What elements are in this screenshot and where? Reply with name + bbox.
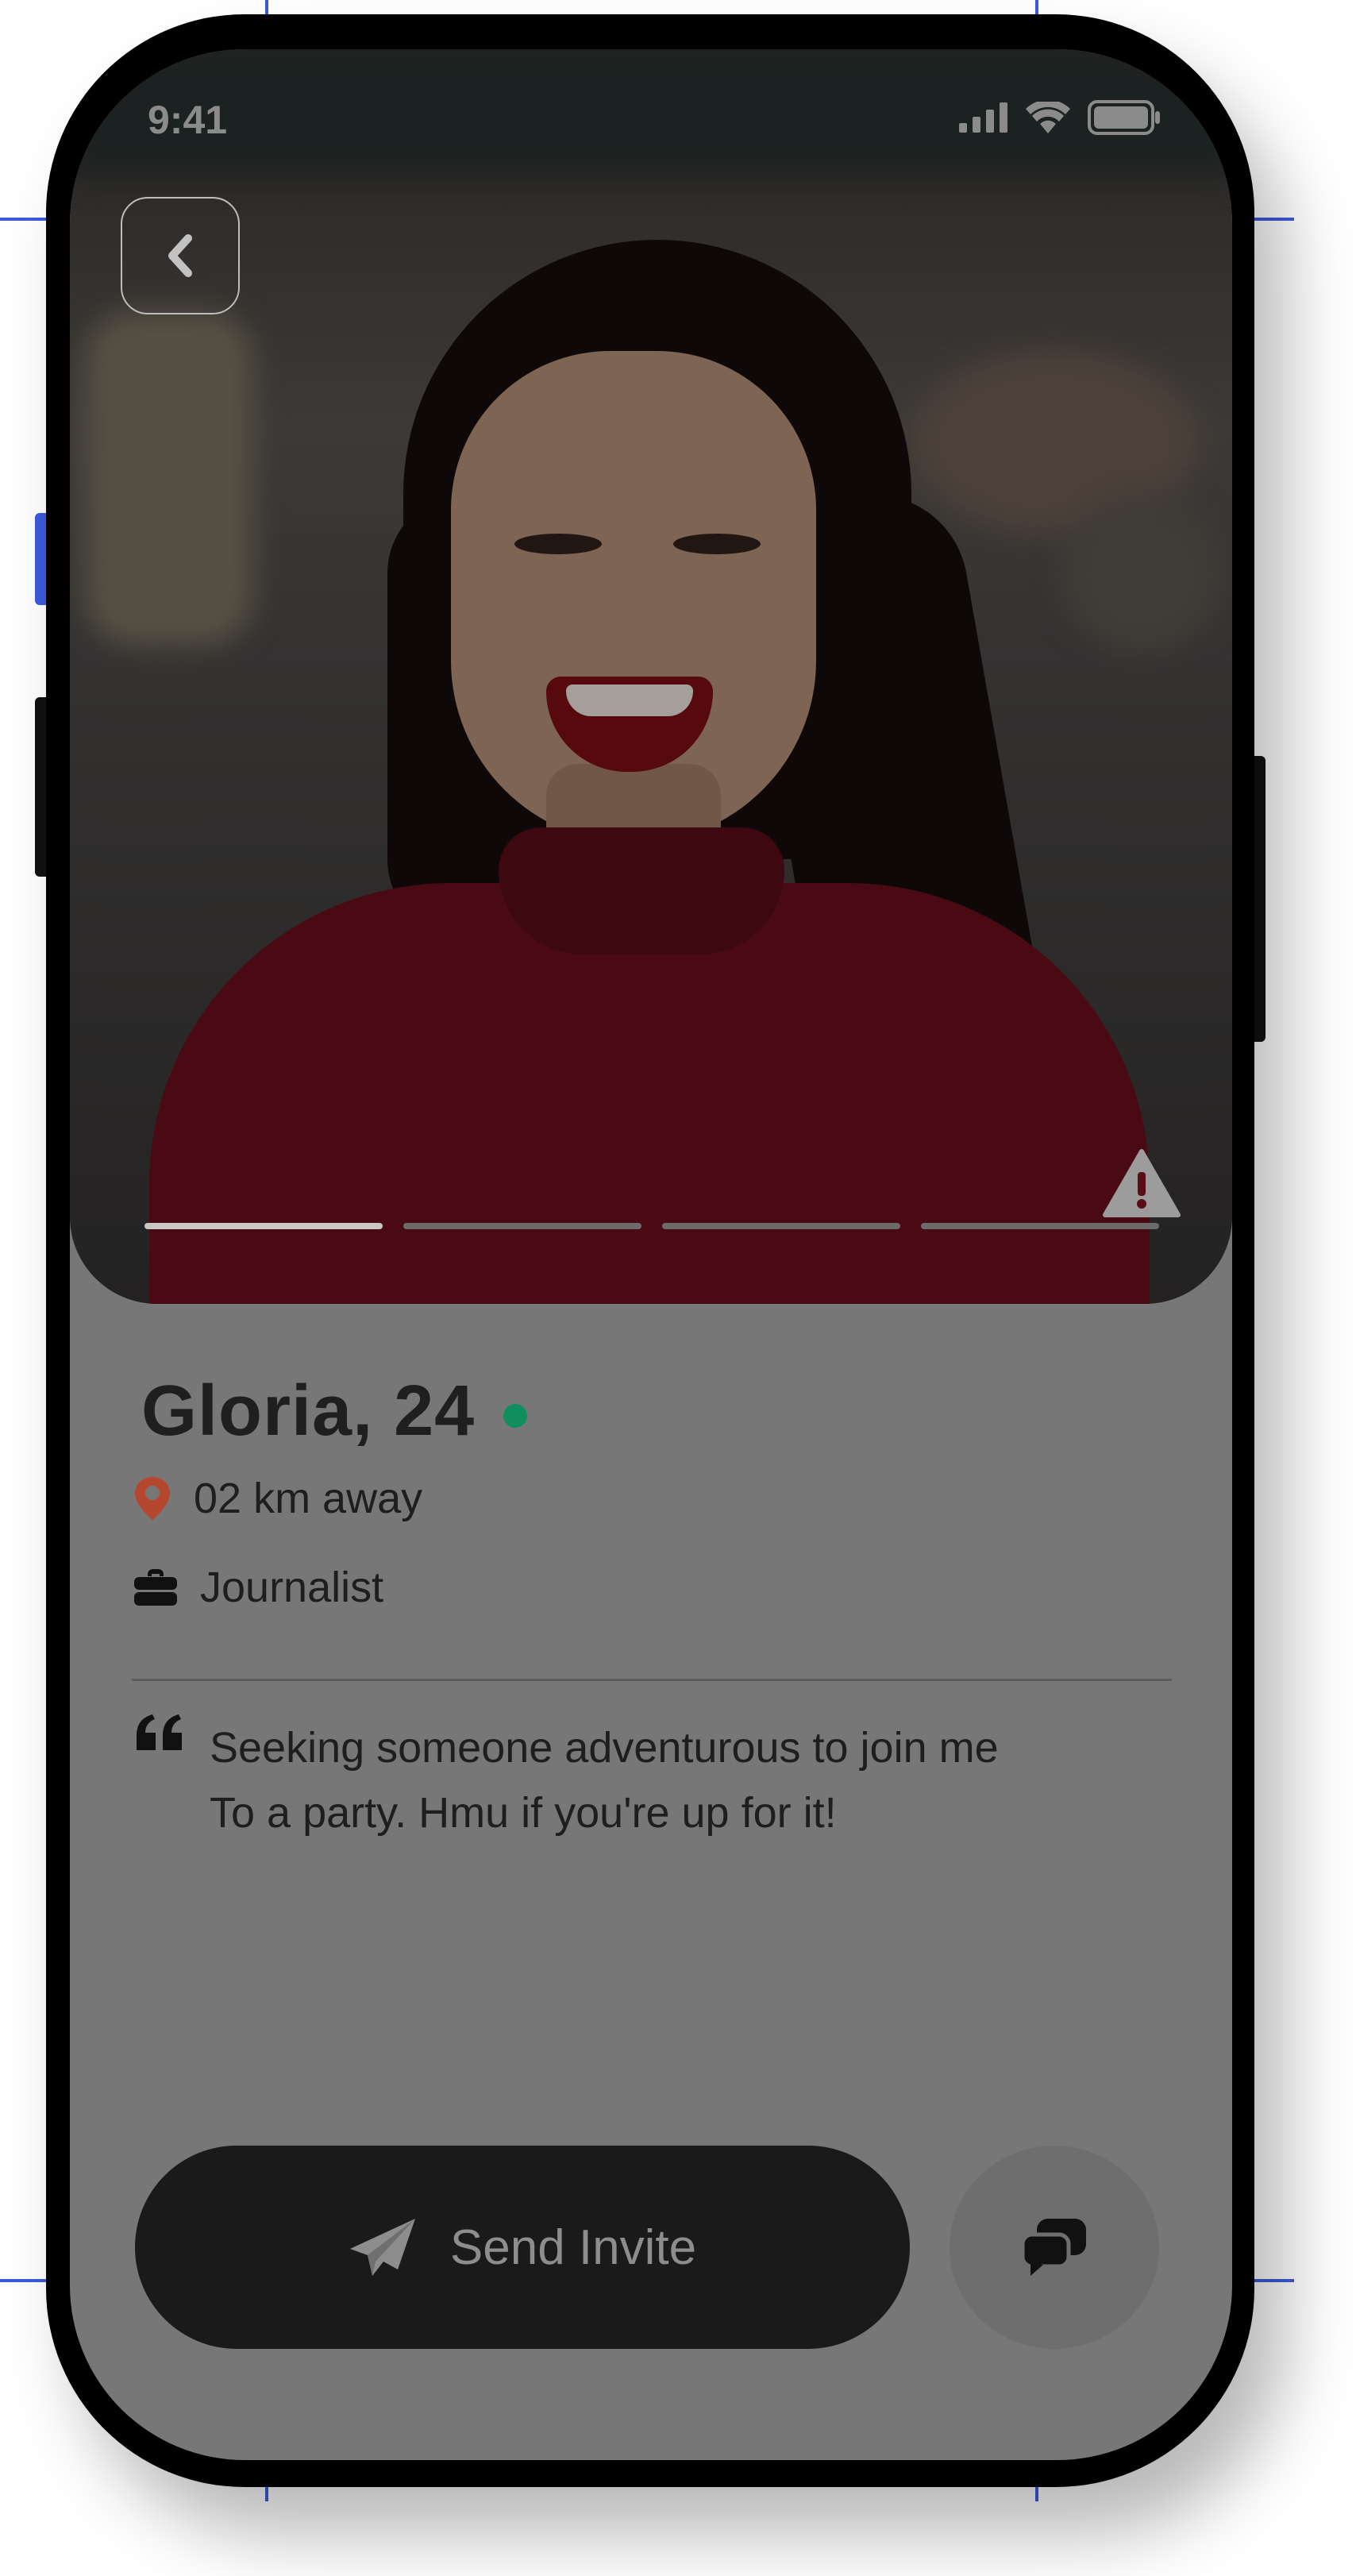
wifi-icon	[1026, 102, 1070, 133]
battery-icon	[1088, 100, 1160, 135]
status-time: 9:41	[148, 98, 228, 142]
app-screen: 9:41 Gloria, 24 02 km away Journalist Se…	[70, 49, 1232, 2460]
section-divider	[132, 1679, 1172, 1681]
profile-photo[interactable]	[70, 49, 1232, 1304]
paper-plane-icon	[349, 2219, 415, 2276]
report-button[interactable]	[1102, 1148, 1181, 1222]
photo-progress-segment	[662, 1223, 900, 1229]
occupation-text: Journalist	[200, 1564, 384, 1611]
back-button[interactable]	[121, 197, 240, 314]
briefcase-icon	[134, 1569, 177, 1606]
bio-line: Seeking someone adventurous to join me	[210, 1724, 999, 1772]
bio-text: Seeking someone adventurous to join me T…	[210, 1715, 1162, 1845]
profile-name-row: Gloria, 24	[141, 1371, 528, 1452]
occupation-row: Journalist	[133, 1563, 383, 1612]
location-pin-icon	[135, 1477, 170, 1520]
send-invite-button[interactable]: Send Invite	[135, 2146, 910, 2349]
chat-button[interactable]	[950, 2146, 1159, 2349]
distance-row: 02 km away	[133, 1474, 422, 1523]
signal-icon	[959, 102, 1007, 133]
quote-icon	[137, 1714, 182, 1750]
photo-progress-segment	[921, 1223, 1159, 1229]
distance-text: 02 km away	[194, 1475, 423, 1522]
photo-progress-active	[144, 1223, 383, 1229]
phone-frame: 9:41 Gloria, 24 02 km away Journalist Se…	[46, 14, 1254, 2487]
warning-icon	[1103, 1149, 1181, 1217]
profile-name: Gloria, 24	[141, 1371, 476, 1451]
status-icons	[959, 100, 1161, 135]
chevron-left-icon	[168, 234, 192, 277]
online-indicator	[503, 1403, 528, 1428]
chat-bubbles-icon	[1021, 2219, 1086, 2276]
photo-overlay	[70, 49, 1232, 1304]
send-invite-label: Send Invite	[449, 2219, 697, 2275]
bio-line: To a party. Hmu if you're up for it!	[210, 1789, 837, 1837]
photo-progress-segment	[403, 1223, 641, 1229]
